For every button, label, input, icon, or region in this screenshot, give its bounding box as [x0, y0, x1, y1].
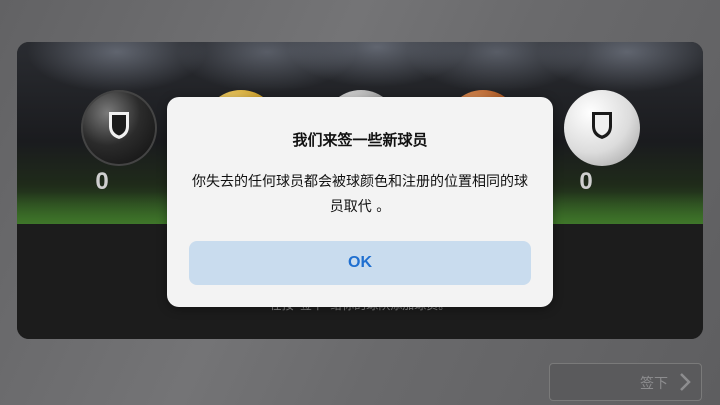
sign-button-label: 签下: [640, 376, 668, 392]
white-ball-count: 0: [579, 168, 593, 195]
info-dialog: 我们来签一些新球员 你失去的任何球员都会被球颜色和注册的位置相同的球员取代 。 …: [167, 97, 553, 307]
chevron-right-icon: [680, 373, 691, 391]
black-ball-count: 0: [95, 168, 109, 195]
dialog-title: 我们来签一些新球员: [292, 131, 428, 149]
sign-button[interactable]: 签下: [549, 363, 702, 401]
white-ball-icon: [564, 90, 640, 166]
black-ball-icon: [81, 90, 157, 166]
club-shield-icon: [592, 112, 612, 139]
club-shield-icon: [109, 112, 129, 139]
dialog-message: 你失去的任何球员都会被球颜色和注册的位置相同的球员取代 。: [192, 174, 528, 215]
ok-button[interactable]: OK: [189, 241, 531, 285]
